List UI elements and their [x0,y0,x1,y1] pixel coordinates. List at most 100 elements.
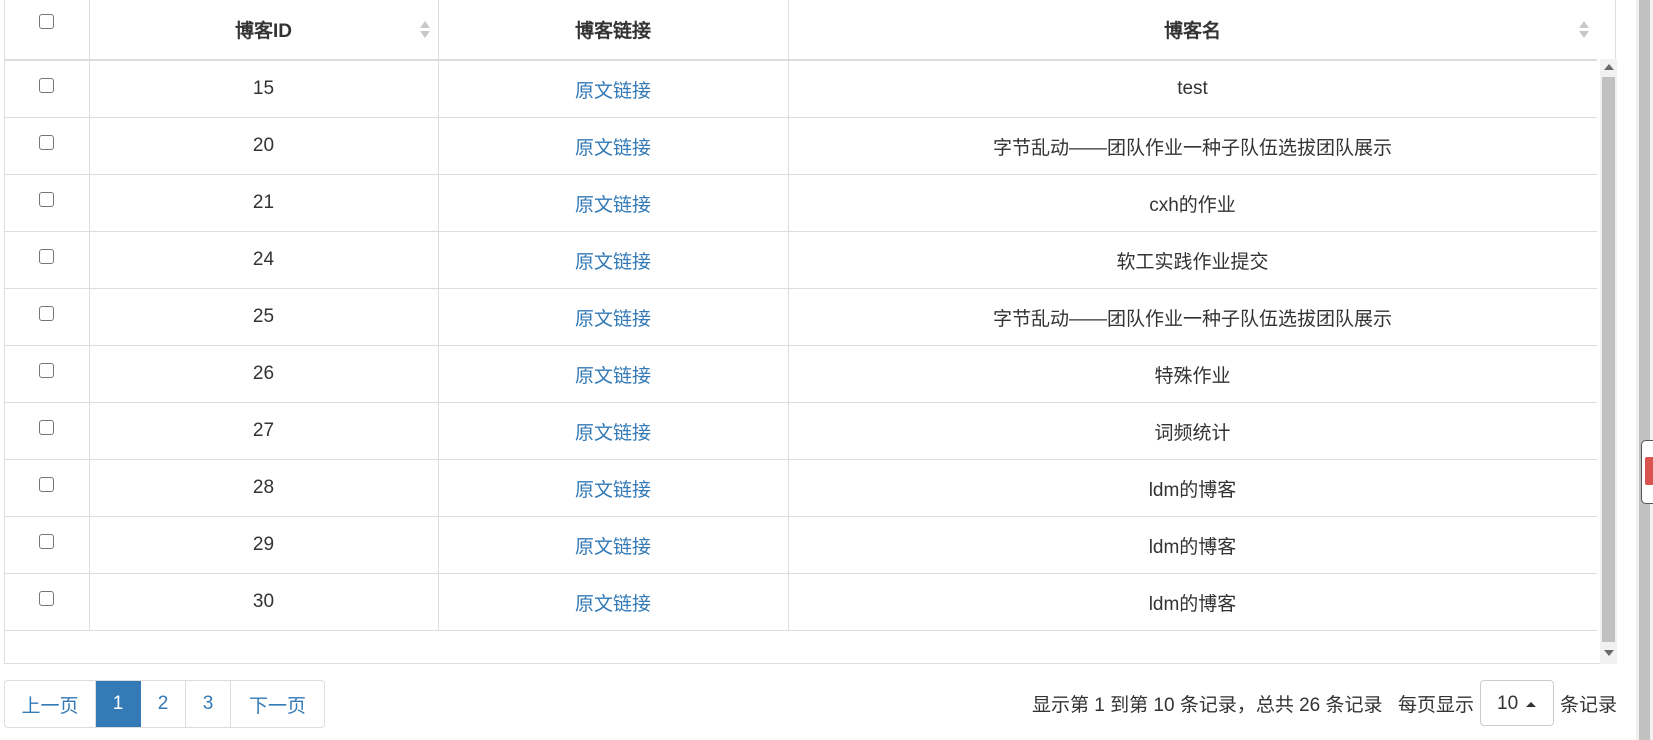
select-all-checkbox[interactable] [39,13,55,29]
row-select-cell [5,231,90,289]
blog-id-cell: 15 [88,59,439,118]
blog-link-cell: 原文链接 [437,288,789,346]
page-button-1[interactable]: 1 [96,681,141,727]
per-page-label: 每页显示 [1398,695,1475,716]
sort-both-icon[interactable] [1578,21,1589,39]
original-link[interactable]: 原文链接 [575,366,651,387]
blog-name-cell: ldm的博客 [787,459,1597,517]
blog-link-cell: 原文链接 [437,345,789,403]
blog-link-cell: 原文链接 [437,459,789,517]
blog-table: 博客ID 博客链接 博客名 15 原文链接 test 20 原文链接 字节乱动——团队作业… [5,0,1597,631]
blog-name-cell: ldm的博客 [787,573,1597,631]
table-row: 30 原文链接 ldm的博客 [5,573,1597,631]
table-row: 27 原文链接 词频统计 [5,402,1597,460]
blog-table-container: 博客ID 博客链接 博客名 15 原文链接 test 20 原文链接 字节乱动——团队作业… [4,0,1617,664]
scroll-up-arrow-icon[interactable] [1604,64,1614,70]
blog-name-cell: cxh的作业 [787,174,1597,232]
original-link[interactable]: 原文链接 [575,309,651,330]
blog-name-cell: 字节乱动——团队作业一种子队伍选拔团队展示 [787,117,1597,175]
blog-table-scroll-area: 博客ID 博客链接 博客名 15 原文链接 test 20 原文链接 字节乱动——团队作业… [5,0,1597,633]
prev-page-button[interactable]: 上一页 [5,681,96,727]
original-link[interactable]: 原文链接 [575,195,651,216]
blog-name-cell: ldm的博客 [787,516,1597,574]
blog-id-cell: 25 [88,288,439,346]
blog-id-cell: 29 [88,516,439,574]
row-checkbox[interactable] [39,249,55,265]
table-row: 25 原文链接 字节乱动——团队作业一种子队伍选拔团队展示 [5,288,1597,346]
row-checkbox[interactable] [39,591,55,607]
column-header-blog-link: 博客链接 [437,0,789,61]
next-page-button[interactable]: 下一页 [231,681,324,727]
blog-link-cell: 原文链接 [437,573,789,631]
row-checkbox[interactable] [39,363,55,379]
table-row: 15 原文链接 test [5,59,1597,118]
table-row: 20 原文链接 字节乱动——团队作业一种子队伍选拔团队展示 [5,117,1597,175]
blog-name-cell: test [787,59,1597,118]
caret-up-icon [1526,702,1536,707]
blog-link-cell: 原文链接 [437,231,789,289]
table-row: 24 原文链接 软工实践作业提交 [5,231,1597,289]
scroll-down-arrow-icon[interactable] [1604,650,1614,656]
table-row: 21 原文链接 cxh的作业 [5,174,1597,232]
original-link[interactable]: 原文链接 [575,252,651,273]
row-select-cell [5,516,90,574]
original-link[interactable]: 原文链接 [575,480,651,501]
row-select-cell [5,59,90,118]
column-header-label: 博客名 [1163,21,1221,42]
row-checkbox[interactable] [39,477,55,493]
select-all-cell [5,0,90,61]
blog-link-cell: 原文链接 [437,59,789,118]
original-link[interactable]: 原文链接 [575,594,651,615]
column-header-label: 博客链接 [574,21,651,42]
column-header-label: 博客ID [234,21,292,42]
row-select-cell [5,402,90,460]
blog-link-cell: 原文链接 [437,174,789,232]
pagination-info: 显示第 1 到第 10 条记录，总共 26 条记录 [1032,695,1383,716]
column-header-blog-id[interactable]: 博客ID [88,0,439,61]
table-row: 28 原文链接 ldm的博客 [5,459,1597,517]
row-checkbox[interactable] [39,306,55,322]
page-size-dropdown[interactable]: 10 [1480,680,1554,726]
row-checkbox[interactable] [39,420,55,436]
blog-name-cell: 特殊作业 [787,345,1597,403]
page-vertical-scrollbar[interactable] [1636,0,1653,740]
row-select-cell [5,345,90,403]
table-header-row: 博客ID 博客链接 博客名 [5,0,1597,61]
row-select-cell [5,117,90,175]
table-row: 26 原文链接 特殊作业 [5,345,1597,403]
blog-id-cell: 28 [88,459,439,517]
row-checkbox[interactable] [39,135,55,151]
blog-id-cell: 26 [88,345,439,403]
blog-name-cell: 词频统计 [787,402,1597,460]
blog-id-cell: 20 [88,117,439,175]
blog-name-cell: 字节乱动——团队作业一种子队伍选拔团队展示 [787,288,1597,346]
original-link[interactable]: 原文链接 [575,81,651,102]
row-checkbox[interactable] [39,534,55,550]
original-link[interactable]: 原文链接 [575,537,651,558]
row-checkbox[interactable] [39,78,55,94]
original-link[interactable]: 原文链接 [575,138,651,159]
sort-both-icon[interactable] [419,21,430,39]
row-select-cell [5,174,90,232]
table-vertical-scrollbar[interactable] [1600,59,1617,664]
blog-id-cell: 21 [88,174,439,232]
page-button-3[interactable]: 3 [186,681,231,727]
row-select-cell [5,288,90,346]
pagination: 上一页 1 2 3 下一页 [4,680,325,728]
table-row: 29 原文链接 ldm的博客 [5,516,1597,574]
page-size-value: 10 [1497,693,1519,714]
records-label: 条记录 [1560,695,1618,716]
blog-id-cell: 27 [88,402,439,460]
row-checkbox[interactable] [39,192,55,208]
column-header-blog-name[interactable]: 博客名 [787,0,1597,61]
blog-link-cell: 原文链接 [437,402,789,460]
original-link[interactable]: 原文链接 [575,423,651,444]
table-scrollbar-thumb[interactable] [1602,77,1615,642]
side-tab-marker-icon[interactable] [1641,440,1653,504]
blog-id-cell: 30 [88,573,439,631]
page-button-2[interactable]: 2 [141,681,186,727]
blog-link-cell: 原文链接 [437,516,789,574]
page-scrollbar-thumb[interactable] [1639,0,1650,740]
row-select-cell [5,573,90,631]
blog-link-cell: 原文链接 [437,117,789,175]
